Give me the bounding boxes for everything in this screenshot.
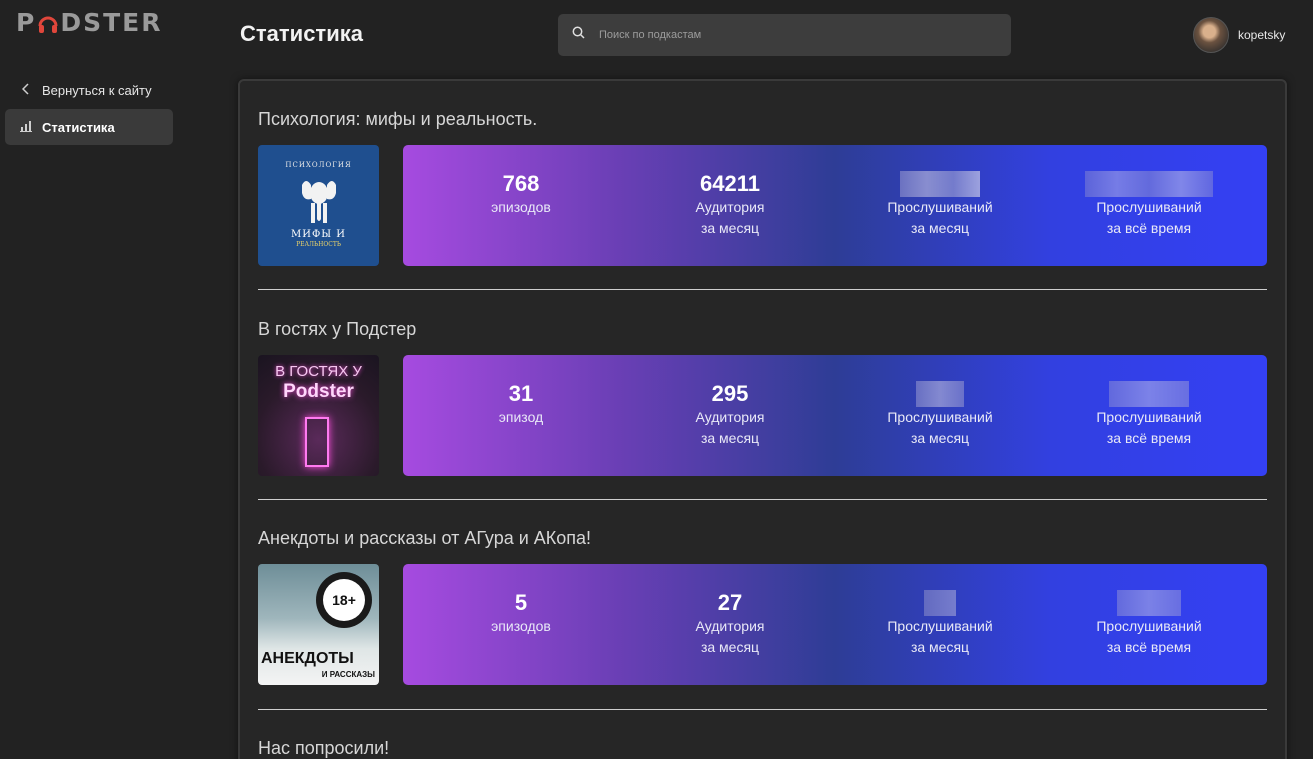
- podcast-card: Анекдоты и рассказы от АГура и АКопа! 18…: [258, 527, 1267, 685]
- elephant-icon: [302, 181, 336, 223]
- listens-month-stat: Прослушиваний за месяц: [850, 171, 1030, 239]
- podcast-cover[interactable]: В ГОСТЯХ У Podster: [258, 355, 379, 476]
- listens-month-period: за месяц: [910, 220, 970, 236]
- cover-text-bot: И РАССКАЗЫ: [321, 670, 375, 679]
- avatar[interactable]: [1193, 17, 1229, 53]
- audience-period: за месяц: [700, 220, 760, 236]
- listens-all-label: Прослушиваний: [1096, 409, 1202, 425]
- listens-all-label: Прослушиваний: [1096, 199, 1202, 215]
- podcast-cover[interactable]: 18+ АНЕКДОТЫ И РАССКАЗЫ: [258, 564, 379, 685]
- audience-stat: 64211 Аудитория за месяц: [640, 171, 820, 239]
- redacted-value: [1109, 381, 1189, 407]
- door-icon: [305, 417, 329, 467]
- cover-text-top: ПСИХОЛОГИЯ: [285, 161, 352, 169]
- listens-all-stat: Прослушиваний за всё время: [1059, 171, 1239, 239]
- sidebar-item-label: Статистика: [42, 119, 115, 135]
- podcast-card: Психология: мифы и реальность. ПСИХОЛОГИ…: [258, 108, 1267, 266]
- podster-logo[interactable]: P DSTER: [16, 8, 162, 37]
- stats-banner: 31 эпизод 295 Аудитория за месяц Прослуш…: [403, 355, 1267, 476]
- listens-month-period: за месяц: [910, 639, 970, 655]
- user-menu[interactable]: kopetsky: [1193, 17, 1285, 53]
- redacted-value: [924, 590, 956, 616]
- cover-text-mid: АНЕКДОТЫ: [261, 650, 354, 667]
- redacted-value: [1117, 590, 1181, 616]
- listens-all-period: за всё время: [1106, 639, 1192, 655]
- sidebar: P DSTER Вернуться к сайту Статистика: [0, 0, 180, 759]
- audience-count: 295: [711, 381, 749, 406]
- page-title: Статистика: [240, 21, 363, 46]
- audience-label: Аудитория: [695, 199, 765, 215]
- podcast-title[interactable]: Нас попросили!: [258, 737, 1267, 759]
- podcast-title[interactable]: Анекдоты и рассказы от АГура и АКопа!: [258, 527, 1267, 549]
- back-to-site-link[interactable]: Вернуться к сайту: [21, 80, 152, 100]
- listens-all-stat: Прослушиваний за всё время: [1059, 381, 1239, 449]
- listens-month-period: за месяц: [910, 430, 970, 446]
- back-label: Вернуться к сайту: [42, 82, 152, 98]
- redacted-value: [1085, 171, 1213, 197]
- podcast-card: В гостях у Подстер В ГОСТЯХ У Podster 31…: [258, 318, 1267, 476]
- redacted-value: [916, 381, 964, 407]
- listens-all-period: за всё время: [1106, 220, 1192, 236]
- podcast-title[interactable]: Психология: мифы и реальность.: [258, 108, 1267, 130]
- audience-label: Аудитория: [695, 409, 765, 425]
- episodes-label: эпизодов: [491, 618, 551, 634]
- cover-text-mid: Podster: [283, 381, 354, 402]
- cover-text-top: 18+: [323, 579, 365, 621]
- divider: [258, 709, 1267, 710]
- listens-all-period: за всё время: [1106, 430, 1192, 446]
- episodes-count: 768: [502, 171, 540, 196]
- stats-banner: 5 эпизодов 27 Аудитория за месяц Прослуш…: [403, 564, 1267, 685]
- listens-month-label: Прослушиваний: [887, 409, 993, 425]
- logo-text-post: DSTER: [60, 8, 163, 37]
- episodes-count: 5: [514, 590, 528, 615]
- logo-text-pre: P: [16, 8, 37, 37]
- search-bar[interactable]: [558, 14, 1011, 56]
- cover-text-top: В ГОСТЯХ У: [275, 363, 362, 380]
- redacted-value: [900, 171, 980, 197]
- audience-label: Аудитория: [695, 618, 765, 634]
- audience-count: 64211: [700, 171, 760, 196]
- podcast-title[interactable]: В гостях у Подстер: [258, 318, 1267, 340]
- divider: [258, 289, 1267, 290]
- listens-month-label: Прослушиваний: [887, 618, 993, 634]
- podcast-cover[interactable]: ПСИХОЛОГИЯ МИФЫ И РЕАЛЬНОСТЬ: [258, 145, 379, 266]
- statistics-panel: Психология: мифы и реальность. ПСИХОЛОГИ…: [238, 79, 1287, 759]
- episodes-stat: 5 эпизодов: [431, 590, 611, 637]
- audience-period: за месяц: [700, 430, 760, 446]
- headphones-icon: [37, 12, 59, 34]
- audience-stat: 27 Аудитория за месяц: [640, 590, 820, 658]
- sidebar-item-statistics[interactable]: Статистика: [5, 109, 173, 145]
- episodes-stat: 31 эпизод: [431, 381, 611, 428]
- stats-banner: 768 эпизодов 64211 Аудитория за месяц Пр…: [403, 145, 1267, 266]
- listens-month-label: Прослушиваний: [887, 199, 993, 215]
- audience-period: за месяц: [700, 639, 760, 655]
- bar-chart-icon: [20, 120, 32, 135]
- divider: [258, 499, 1267, 500]
- search-input[interactable]: [599, 29, 979, 41]
- podcast-card: Нас попросили!: [258, 737, 1267, 759]
- audience-stat: 295 Аудитория за месяц: [640, 381, 820, 449]
- username: kopetsky: [1238, 28, 1286, 42]
- episodes-count: 31: [508, 381, 534, 406]
- age-rating-badge: 18+: [316, 572, 372, 628]
- listens-all-label: Прослушиваний: [1096, 618, 1202, 634]
- search-icon: [572, 26, 585, 44]
- listens-month-stat: Прослушиваний за месяц: [850, 381, 1030, 449]
- cover-text-mid: МИФЫ И: [291, 229, 346, 240]
- listens-month-stat: Прослушиваний за месяц: [850, 590, 1030, 658]
- episodes-stat: 768 эпизодов: [431, 171, 611, 218]
- audience-count: 27: [717, 590, 743, 615]
- episodes-label: эпизодов: [491, 199, 551, 215]
- episodes-label: эпизод: [498, 409, 544, 425]
- cover-text-bot: РЕАЛЬНОСТЬ: [296, 241, 341, 248]
- listens-all-stat: Прослушиваний за всё время: [1059, 590, 1239, 658]
- chevron-left-icon: [21, 82, 30, 98]
